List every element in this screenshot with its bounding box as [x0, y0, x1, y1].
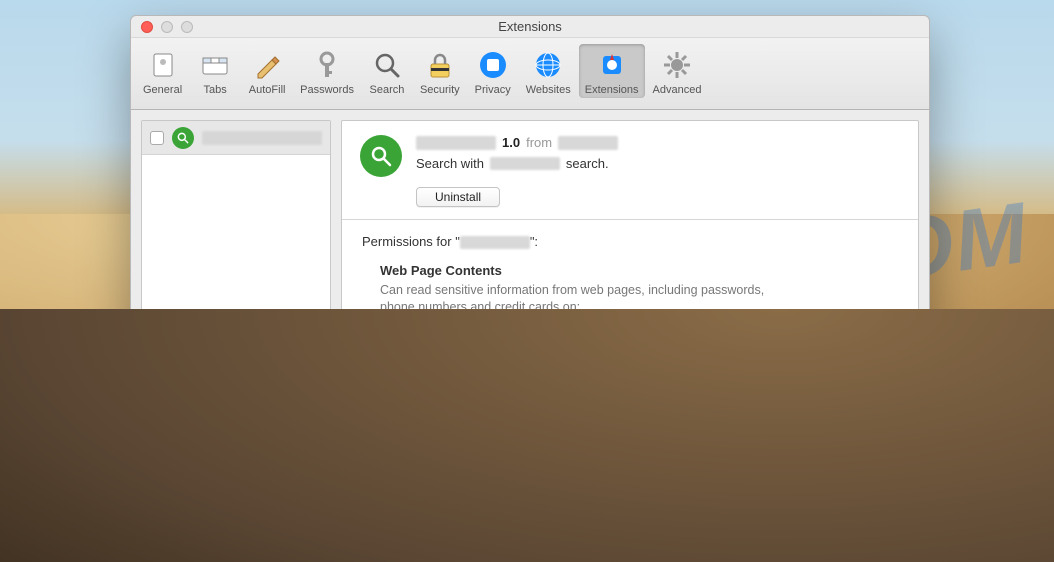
autofill-icon — [250, 48, 284, 82]
extension-name-redacted — [202, 131, 322, 145]
toolbar-extensions[interactable]: Extensions — [579, 44, 645, 98]
permission-browsing-history: Browsing History Can see when you visit:… — [380, 354, 898, 410]
extension-list-item[interactable] — [142, 121, 330, 155]
perm-heading: Browsing History — [380, 354, 898, 369]
perm-desc: Can read sensitive information from web … — [380, 282, 800, 316]
toolbar-tabs[interactable]: Tabs — [190, 44, 240, 98]
extension-description: Search with search. — [416, 156, 900, 171]
extension-name-redacted — [416, 136, 496, 150]
desc-prefix: Search with — [416, 156, 484, 171]
toolbar-general[interactable]: General — [137, 44, 188, 98]
toolbar-privacy[interactable]: Privacy — [468, 44, 518, 98]
extensions-icon — [595, 48, 629, 82]
websites-icon — [531, 48, 565, 82]
perm-item: all web pages — [408, 322, 898, 336]
extension-from-text: from — [526, 135, 552, 150]
extension-header: 1.0 from Search with search. Uninstall — [342, 121, 918, 219]
toolbar-advanced[interactable]: Advanced — [647, 44, 708, 98]
permissions-section: Permissions for " ": Web Page Contents Ca… — [342, 220, 918, 442]
search-icon — [370, 48, 404, 82]
extension-version: 1.0 — [502, 135, 520, 150]
extension-enable-checkbox[interactable] — [150, 131, 164, 145]
preferences-toolbar: General Tabs AutoFill Passwords — [131, 38, 929, 110]
toolbar-extensions-label: Extensions — [585, 84, 639, 96]
privacy-icon — [476, 48, 510, 82]
extension-meta: 1.0 from Search with search. Uninstall — [416, 135, 900, 207]
desc-name-redacted — [490, 157, 560, 170]
window-title: Extensions — [131, 19, 929, 34]
perm-title-prefix: Permissions for " — [362, 234, 460, 249]
window-content: 1.0 from Search with search. Uninstall — [131, 110, 929, 544]
perm-heading: Web Page Contents — [380, 263, 898, 278]
desktop-background: MYANTISPYWARE.COM Extensions General — [0, 0, 1054, 562]
toolbar-advanced-label: Advanced — [653, 84, 702, 96]
toolbar-security-label: Security — [420, 84, 460, 96]
extension-list-icon — [172, 127, 194, 149]
window-titlebar: Extensions — [131, 16, 929, 38]
extension-title-line: 1.0 from — [416, 135, 900, 150]
toolbar-websites-label: Websites — [526, 84, 571, 96]
toolbar-passwords[interactable]: Passwords — [294, 44, 360, 98]
permissions-title: Permissions for " ": — [362, 234, 898, 249]
extensions-list — [141, 120, 331, 534]
permission-web-page-contents: Web Page Contents Can read sensitive inf… — [380, 263, 898, 336]
toolbar-autofill[interactable]: AutoFill — [242, 44, 292, 98]
perm-desc: Can see when you visit: — [380, 373, 800, 390]
extension-details: 1.0 from Search with search. Uninstall — [341, 120, 919, 534]
toolbar-autofill-label: AutoFill — [249, 84, 286, 96]
extension-icon — [360, 135, 402, 177]
toolbar-search[interactable]: Search — [362, 44, 412, 98]
toolbar-websites[interactable]: Websites — [520, 44, 577, 98]
tabs-icon — [198, 48, 232, 82]
toolbar-general-label: General — [143, 84, 182, 96]
toolbar-security[interactable]: Security — [414, 44, 466, 98]
passwords-icon — [310, 48, 344, 82]
extension-author-redacted — [558, 136, 618, 150]
toolbar-passwords-label: Passwords — [300, 84, 354, 96]
uninstall-button[interactable]: Uninstall — [416, 187, 500, 207]
perm-title-name-redacted — [460, 236, 530, 249]
perm-item: all web pages — [408, 396, 898, 410]
desc-suffix: search. — [566, 156, 609, 171]
security-icon — [423, 48, 457, 82]
toolbar-tabs-label: Tabs — [204, 84, 227, 96]
preferences-window: Extensions General Tabs AutoFill — [130, 15, 930, 545]
advanced-icon — [660, 48, 694, 82]
perm-title-suffix: ": — [530, 234, 538, 249]
toolbar-privacy-label: Privacy — [475, 84, 511, 96]
general-icon — [146, 48, 180, 82]
toolbar-search-label: Search — [370, 84, 405, 96]
